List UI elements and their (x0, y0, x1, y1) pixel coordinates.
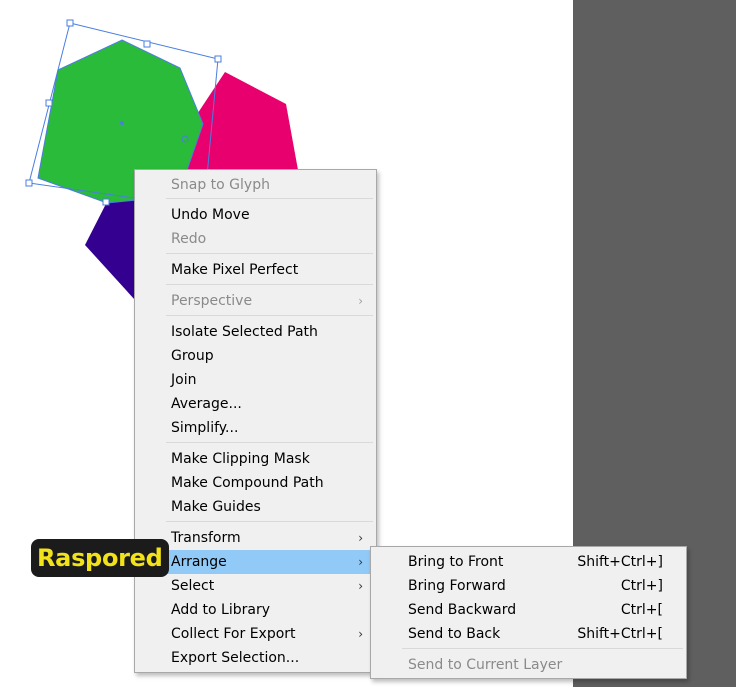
shortcut-label: Shift+Ctrl+[ (577, 626, 663, 642)
menu-item-undo-move[interactable]: Undo Move (136, 203, 375, 227)
context-menu: Snap to Glyph Undo Move Redo Make Pixel … (134, 169, 377, 673)
submenu-item-bring-to-front[interactable]: Bring to Front Shift+Ctrl+] (372, 550, 685, 574)
menu-item-join[interactable]: Join (136, 368, 375, 392)
menu-item-make-compound-path[interactable]: Make Compound Path (136, 471, 375, 495)
shortcut-label: Shift+Ctrl+] (577, 554, 663, 570)
caption-badge: Raspored (31, 539, 169, 577)
menu-item-perspective[interactable]: Perspective › (136, 289, 375, 313)
menu-item-select[interactable]: Select › (136, 574, 375, 598)
menu-item-group[interactable]: Group (136, 344, 375, 368)
arrange-submenu: Bring to Front Shift+Ctrl+] Bring Forward… (370, 546, 687, 679)
menu-item-average[interactable]: Average... (136, 392, 375, 416)
menu-item-redo[interactable]: Redo (136, 227, 375, 251)
menu-item-export-selection[interactable]: Export Selection... (136, 646, 375, 670)
menu-item-make-guides[interactable]: Make Guides (136, 495, 375, 519)
menu-separator (166, 442, 373, 443)
submenu-item-bring-forward[interactable]: Bring Forward Ctrl+] (372, 574, 685, 598)
menu-separator (166, 315, 373, 316)
menu-item-snap-to-glyph[interactable]: Snap to Glyph (136, 173, 375, 197)
menu-item-add-to-library[interactable]: Add to Library (136, 598, 375, 622)
menu-item-transform[interactable]: Transform › (136, 526, 375, 550)
menu-separator (166, 253, 373, 254)
menu-item-collect-for-export[interactable]: Collect For Export › (136, 622, 375, 646)
menu-separator (402, 648, 683, 649)
submenu-item-send-to-current-layer[interactable]: Send to Current Layer (372, 653, 685, 677)
menu-item-isolate-selected-path[interactable]: Isolate Selected Path (136, 320, 375, 344)
chevron-right-icon: › (358, 531, 363, 545)
menu-item-make-clipping-mask[interactable]: Make Clipping Mask (136, 447, 375, 471)
menu-item-simplify[interactable]: Simplify... (136, 416, 375, 440)
chevron-right-icon: › (358, 294, 363, 308)
menu-item-arrange[interactable]: Arrange › (136, 550, 375, 574)
menu-separator (166, 521, 373, 522)
chevron-right-icon: › (358, 579, 363, 593)
menu-separator (166, 198, 373, 199)
shortcut-label: Ctrl+] (620, 578, 663, 594)
menu-separator (166, 284, 373, 285)
center-point (120, 121, 124, 125)
shortcut-label: Ctrl+[ (620, 602, 663, 618)
submenu-item-send-backward[interactable]: Send Backward Ctrl+[ (372, 598, 685, 622)
submenu-item-send-to-back[interactable]: Send to Back Shift+Ctrl+[ (372, 622, 685, 646)
chevron-right-icon: › (358, 555, 363, 569)
menu-item-make-pixel-perfect[interactable]: Make Pixel Perfect (136, 258, 375, 282)
chevron-right-icon: › (358, 627, 363, 641)
